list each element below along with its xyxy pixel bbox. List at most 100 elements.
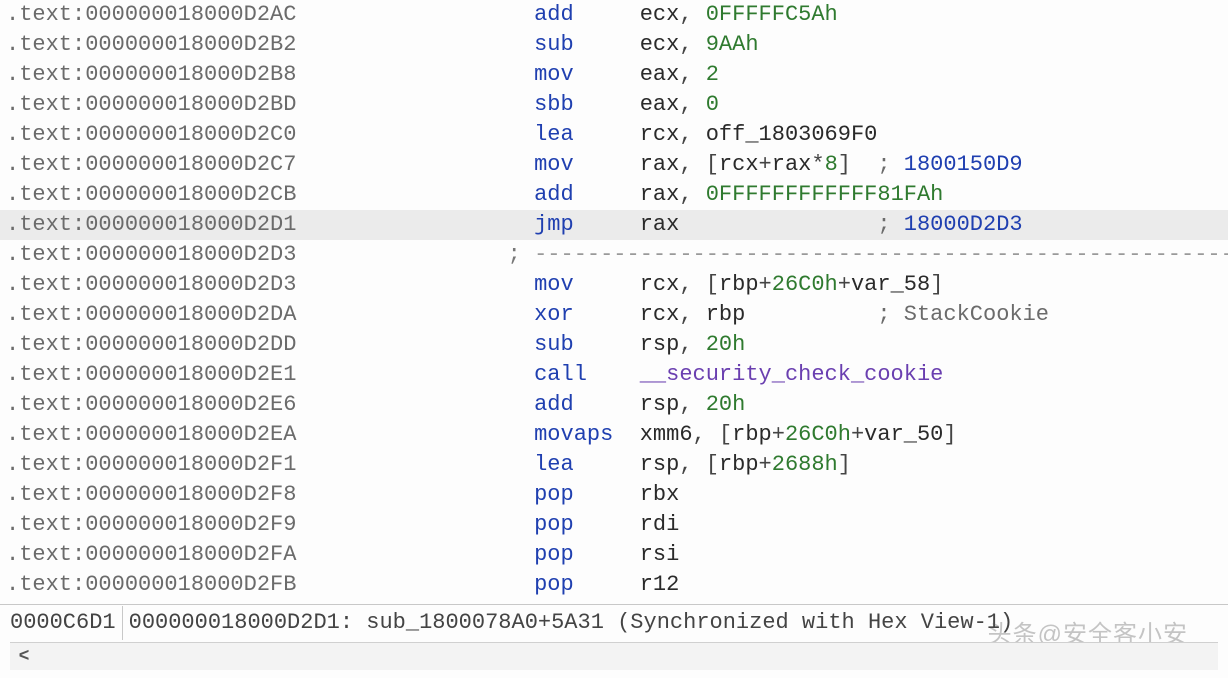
asm-operand: 9AAh — [706, 32, 759, 57]
asm-operand: 2688h — [772, 452, 838, 477]
asm-operand: rsp — [640, 452, 680, 477]
asm-mnemonic: jmp — [534, 212, 640, 237]
asm-address: .text:000000018000D2E6 — [6, 392, 534, 417]
asm-operand: rbp — [706, 302, 746, 327]
asm-operand: , [ — [679, 152, 719, 177]
asm-operand: rcx — [640, 122, 680, 147]
asm-operand: + — [759, 272, 772, 297]
asm-operand: rax — [640, 212, 680, 237]
asm-mnemonic: sub — [534, 32, 640, 57]
asm-mnemonic: pop — [534, 512, 640, 537]
asm-line[interactable]: .text:000000018000D2D3 mov rcx, [rbp+26C… — [0, 270, 1228, 300]
asm-operand: , — [679, 2, 705, 27]
asm-operand: , — [679, 92, 705, 117]
asm-operand: rsi — [640, 542, 680, 567]
asm-address: .text:000000018000D2F8 — [6, 482, 534, 507]
asm-line[interactable]: .text:000000018000D2D3 ; ---------------… — [0, 240, 1228, 270]
asm-line[interactable]: .text:000000018000D2F1 lea rsp, [rbp+268… — [0, 450, 1228, 480]
asm-operand: 8 — [825, 152, 838, 177]
asm-address: .text:000000018000D2D3 — [6, 272, 534, 297]
asm-address: .text:000000018000D2CB — [6, 182, 534, 207]
asm-line-highlighted[interactable]: .text:000000018000D2D1 jmp rax ; 18000D2… — [0, 210, 1228, 240]
asm-operand: ] — [930, 272, 943, 297]
asm-mnemonic: call — [534, 362, 640, 387]
asm-mnemonic: add — [534, 2, 640, 27]
asm-operand: 26C0h — [785, 422, 851, 447]
asm-line[interactable]: .text:000000018000D2E6 add rsp, 20h — [0, 390, 1228, 420]
horizontal-scrollbar[interactable]: < — [10, 642, 1218, 670]
asm-line[interactable]: .text:000000018000D2CB add rax, 0FFFFFFF… — [0, 180, 1228, 210]
asm-operand: rax — [640, 182, 680, 207]
comment-marker: ; — [877, 302, 903, 327]
asm-operand: , [ — [693, 422, 733, 447]
status-bar: 0000C6D1 000000018000D2D1: sub_1800078A0… — [0, 604, 1228, 640]
asm-address: .text:000000018000D2AC — [6, 2, 534, 27]
asm-line[interactable]: .text:000000018000D2AC add ecx, 0FFFFFC5… — [0, 0, 1228, 30]
asm-operand: + — [838, 272, 851, 297]
asm-operand: ] — [943, 422, 956, 447]
asm-line[interactable]: .text:000000018000D2EA movaps xmm6, [rbp… — [0, 420, 1228, 450]
asm-operand: , — [679, 332, 705, 357]
asm-operand: rbx — [640, 482, 680, 507]
asm-line[interactable]: .text:000000018000D2F9 pop rdi — [0, 510, 1228, 540]
asm-line[interactable]: .text:000000018000D2F8 pop rbx — [0, 480, 1228, 510]
asm-operand: rcx — [640, 272, 680, 297]
asm-operand: 20h — [706, 332, 746, 357]
asm-operand: rax — [640, 152, 680, 177]
asm-line[interactable]: .text:000000018000D2DD sub rsp, 20h — [0, 330, 1228, 360]
asm-operand: 0 — [706, 92, 719, 117]
asm-line[interactable]: .text:000000018000D2BD sbb eax, 0 — [0, 90, 1228, 120]
asm-operand: rsp — [640, 332, 680, 357]
asm-operand: var_58 — [851, 272, 930, 297]
asm-operand: , — [679, 32, 705, 57]
asm-line[interactable]: .text:000000018000D2B8 mov eax, 2 — [0, 60, 1228, 90]
asm-operand: ecx — [640, 32, 680, 57]
asm-address: .text:000000018000D2DD — [6, 332, 534, 357]
asm-line[interactable]: .text:000000018000D2FA pop rsi — [0, 540, 1228, 570]
asm-address: .text:000000018000D2DA — [6, 302, 534, 327]
asm-operand: , — [679, 62, 705, 87]
asm-comment: 1800150D9 — [904, 152, 1023, 177]
asm-operand: rcx — [640, 302, 680, 327]
asm-line[interactable]: .text:000000018000D2C0 lea rcx, off_1803… — [0, 120, 1228, 150]
disassembly-view[interactable]: .text:000000018000D2AC add ecx, 0FFFFFC5… — [0, 0, 1228, 600]
separator-dashes: ----------------------------------------… — [534, 242, 1228, 267]
asm-operand: , — [679, 302, 705, 327]
asm-operand: , [ — [679, 272, 719, 297]
asm-mnemonic: add — [534, 182, 640, 207]
asm-operand: xmm6 — [640, 422, 693, 447]
asm-operand: * — [811, 152, 824, 177]
asm-operand: , — [679, 182, 705, 207]
asm-address: .text:000000018000D2D3 — [6, 242, 494, 267]
asm-mnemonic: mov — [534, 62, 640, 87]
asm-address: .text:000000018000D2C7 — [6, 152, 534, 177]
asm-operand: eax — [640, 92, 680, 117]
asm-address: .text:000000018000D2B2 — [6, 32, 534, 57]
asm-line[interactable]: .text:000000018000D2DA xor rcx, rbp ; St… — [0, 300, 1228, 330]
asm-address: .text:000000018000D2F1 — [6, 452, 534, 477]
asm-mnemonic: sbb — [534, 92, 640, 117]
asm-comment: StackCookie — [904, 302, 1049, 327]
asm-address: .text:000000018000D2EA — [6, 422, 534, 447]
asm-operand: rbp — [719, 452, 759, 477]
asm-operand: rbp — [732, 422, 772, 447]
asm-mnemonic: mov — [534, 152, 640, 177]
asm-operand: + — [759, 152, 772, 177]
asm-line[interactable]: .text:000000018000D2B2 sub ecx, 9AAh — [0, 30, 1228, 60]
asm-operand: ] — [838, 452, 851, 477]
asm-line[interactable]: .text:000000018000D2E1 call __security_c… — [0, 360, 1228, 390]
asm-address: .text:000000018000D2BD — [6, 92, 534, 117]
asm-mnemonic: xor — [534, 302, 640, 327]
asm-line[interactable]: .text:000000018000D2FB pop r12 — [0, 570, 1228, 600]
asm-operand: var_50 — [864, 422, 943, 447]
asm-mnemonic: sub — [534, 332, 640, 357]
asm-line[interactable]: .text:000000018000D2C7 mov rax, [rcx+rax… — [0, 150, 1228, 180]
asm-operand: rsp — [640, 392, 680, 417]
asm-operand: ecx — [640, 2, 680, 27]
comment-marker: ; — [877, 152, 903, 177]
comment-marker: ; — [877, 212, 903, 237]
asm-operand: ] — [838, 152, 851, 177]
asm-address: .text:000000018000D2C0 — [6, 122, 534, 147]
asm-address: .text:000000018000D2FB — [6, 572, 534, 597]
scroll-left-button[interactable]: < — [10, 643, 38, 671]
